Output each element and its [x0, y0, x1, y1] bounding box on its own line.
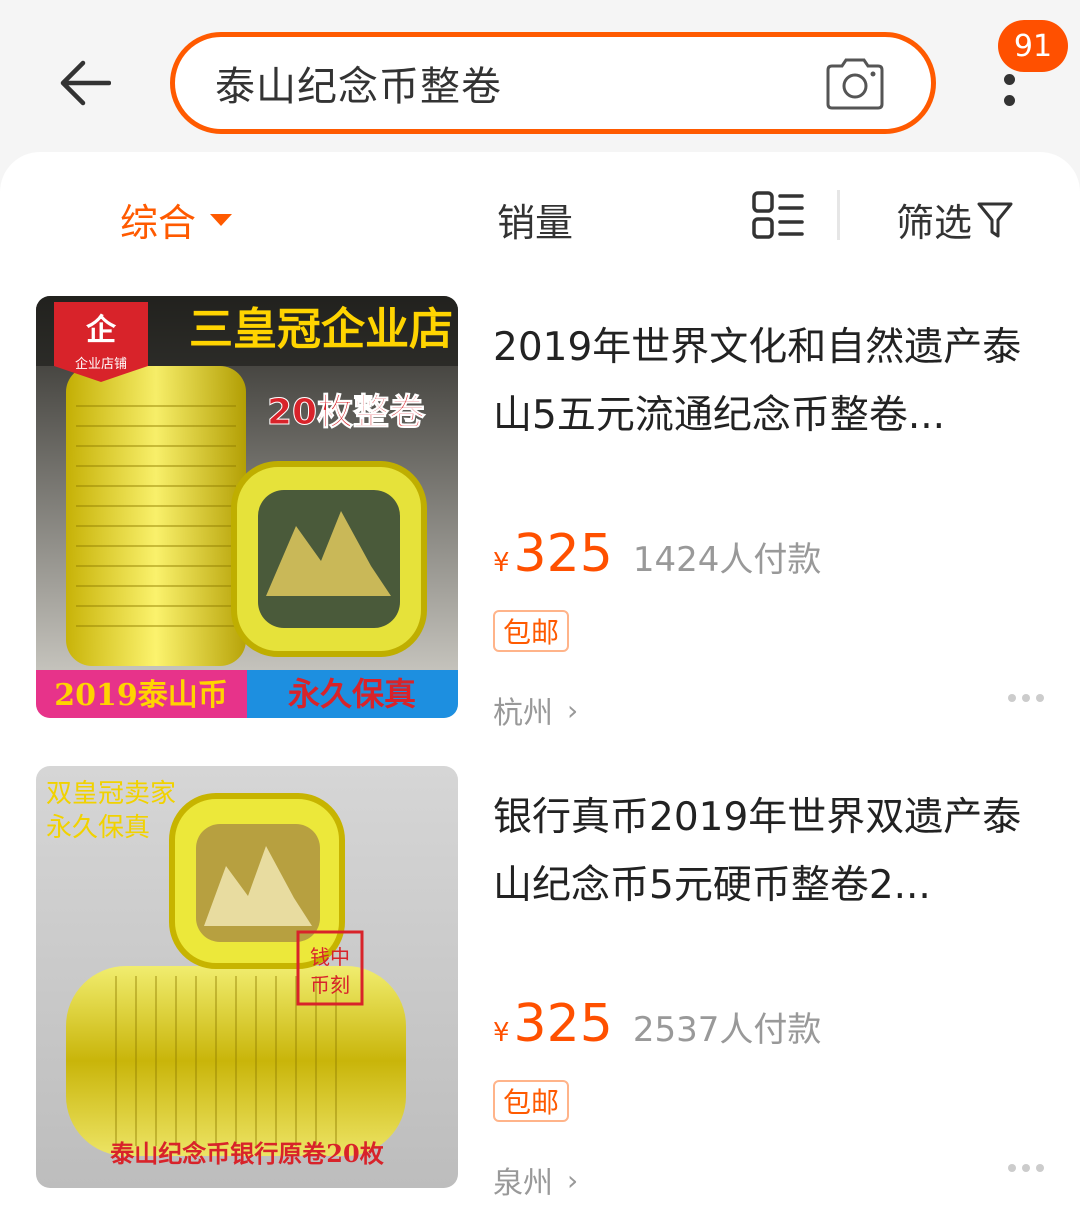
product-photo: 企 企业店铺 三皇冠企业店 20枚整卷 2019泰山币 永久保真 [36, 296, 458, 718]
search-bar[interactable]: 泰山纪念币整卷 [170, 32, 936, 134]
currency-symbol: ¥ [493, 1018, 510, 1048]
product-price: 325 [513, 524, 613, 584]
product-title[interactable]: 银行真币2019年世界双遗产泰山纪念币5元硬币整卷2... [493, 784, 1038, 920]
results-panel: 综合 销量 筛选 企 企业店铺 三皇冠企业店 20枚整卷 2019泰山币 永久保… [0, 152, 1080, 1224]
divider [837, 190, 840, 240]
more-dot [1003, 95, 1015, 106]
sort-comprehensive[interactable]: 综合 [120, 192, 233, 247]
product-image[interactable]: 企 企业店铺 三皇冠企业店 20枚整卷 2019泰山币 永久保真 [36, 296, 458, 718]
svg-text:20枚整卷: 20枚整卷 [267, 392, 426, 433]
location-label: 杭州 [493, 696, 553, 731]
chevron-right-icon: › [567, 693, 579, 727]
sort-bar: 综合 销量 筛选 [0, 152, 1080, 277]
camera-icon [826, 58, 884, 110]
caret-down-icon [210, 213, 233, 226]
currency-symbol: ¥ [493, 548, 510, 578]
top-bar: 泰山纪念币整卷 91 [0, 0, 1080, 160]
free-shipping-tag: 包邮 [493, 610, 570, 652]
product-card[interactable]: 钱中 币刻 双皇冠卖家 永久保真 泰山纪念币银行原卷20枚 银行真币2019年世… [0, 762, 1080, 1212]
sold-count: 1424人付款 [632, 540, 822, 580]
more-dots-icon [1003, 74, 1015, 85]
product-card[interactable]: 企 企业店铺 三皇冠企业店 20枚整卷 2019泰山币 永久保真 2019年世界… [0, 292, 1080, 742]
more-options-icon[interactable] [1008, 694, 1044, 702]
list-layout-icon[interactable] [752, 190, 804, 240]
product-photo: 钱中 币刻 双皇冠卖家 永久保真 泰山纪念币银行原卷20枚 [36, 766, 458, 1188]
sort-sales-label: 销量 [497, 201, 574, 245]
camera-search-button[interactable] [823, 55, 887, 111]
location-label: 泉州 [493, 1166, 553, 1201]
more-options-icon[interactable] [1008, 1164, 1044, 1172]
filter-label: 筛选 [896, 201, 973, 245]
chevron-right-icon: › [567, 1163, 579, 1197]
product-price: 325 [513, 994, 613, 1054]
svg-text:泰山纪念币银行原卷20枚: 泰山纪念币银行原卷20枚 [110, 1139, 383, 1168]
sort-sales[interactable]: 销量 [497, 192, 573, 247]
shop-location[interactable]: 杭州 › [493, 688, 578, 732]
shop-location[interactable]: 泉州 › [493, 1158, 578, 1202]
product-image[interactable]: 钱中 币刻 双皇冠卖家 永久保真 泰山纪念币银行原卷20枚 [36, 766, 458, 1188]
price-line: ¥ 325 2537人付款 [493, 994, 821, 1054]
svg-text:2019泰山币: 2019泰山币 [54, 678, 228, 713]
product-title[interactable]: 2019年世界文化和自然遗产泰山5五元流通纪念币整卷... [493, 314, 1038, 450]
funnel-icon [977, 202, 1013, 237]
sold-count: 2537人付款 [632, 1010, 822, 1050]
svg-text:钱中: 钱中 [310, 945, 350, 969]
free-shipping-tag: 包邮 [493, 1080, 570, 1122]
price-line: ¥ 325 1424人付款 [493, 524, 821, 584]
svg-text:币刻: 币刻 [310, 973, 350, 997]
svg-text:企: 企 [86, 313, 117, 348]
filter-button[interactable]: 筛选 [896, 192, 1014, 247]
sort-comprehensive-label: 综合 [120, 201, 197, 245]
svg-text:永久保真: 永久保真 [46, 813, 150, 843]
back-arrow-icon [60, 60, 111, 106]
svg-text:企业店铺: 企业店铺 [75, 356, 127, 372]
svg-text:永久保真: 永久保真 [288, 675, 416, 713]
back-button[interactable] [50, 48, 120, 118]
search-input[interactable]: 泰山纪念币整卷 [215, 54, 823, 112]
svg-text:三皇冠企业店: 三皇冠企业店 [189, 304, 453, 355]
svg-text:双皇冠卖家: 双皇冠卖家 [46, 779, 176, 809]
notification-badge: 91 [998, 20, 1068, 72]
